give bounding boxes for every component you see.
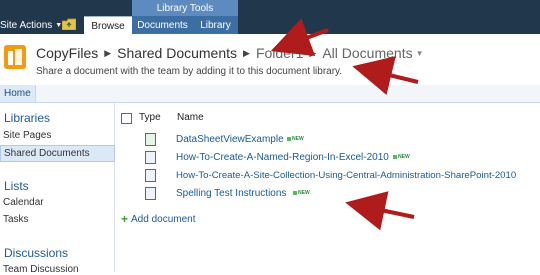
- heading-libraries[interactable]: Libraries: [4, 111, 50, 125]
- plus-icon: +: [121, 212, 129, 226]
- leftnav-item-team-discussion[interactable]: Team Discussion: [3, 264, 79, 275]
- leftnav-item-shared-documents[interactable]: Shared Documents: [0, 145, 115, 162]
- tab-browse[interactable]: Browse: [84, 16, 132, 35]
- breadcrumb-separator-icon: ▶: [104, 47, 112, 58]
- document-link[interactable]: Spelling Test Instructions: [176, 188, 286, 199]
- heading-lists[interactable]: Lists: [4, 179, 29, 193]
- new-icon: [393, 154, 397, 159]
- page-description: Share a document with the team by adding…: [36, 66, 343, 77]
- heading-discussions[interactable]: Discussions: [4, 246, 68, 260]
- tab-library[interactable]: Library: [193, 16, 238, 34]
- site-actions-label: Site Actions: [0, 19, 53, 31]
- leftnav-item-tasks[interactable]: Tasks: [3, 214, 29, 225]
- breadcrumb-separator-icon: ▶: [243, 47, 250, 58]
- breadcrumb-separator-icon: ▶: [309, 47, 317, 58]
- add-document-label: Add document: [131, 213, 196, 225]
- word-file-icon[interactable]: [145, 187, 156, 200]
- new-badge-label: NEW: [398, 154, 410, 160]
- navigate-up-icon[interactable]: [62, 18, 76, 30]
- breadcrumb-site[interactable]: CopyFiles: [36, 45, 98, 61]
- breadcrumb-library[interactable]: Shared Documents: [117, 45, 237, 61]
- document-link[interactable]: DataSheetViewExample: [176, 134, 284, 145]
- document-link[interactable]: How-To-Create-A-Named-Region-In-Excel-20…: [176, 152, 389, 163]
- new-badge: NEW: [287, 136, 304, 142]
- word-file-icon[interactable]: [145, 169, 156, 182]
- top-nav-home[interactable]: Home: [0, 85, 36, 102]
- word-file-icon[interactable]: [145, 151, 156, 164]
- chevron-down-icon[interactable]: ▼: [416, 49, 424, 58]
- site-actions-menu[interactable]: Site Actions ▼: [0, 16, 62, 34]
- column-header-type[interactable]: Type: [139, 112, 161, 126]
- tab-documents[interactable]: Documents: [132, 16, 193, 34]
- breadcrumb-folder[interactable]: Folder1: [256, 45, 303, 61]
- library-tools-label: Library Tools: [132, 0, 238, 16]
- new-icon: [287, 136, 291, 141]
- excel-file-icon[interactable]: [145, 133, 156, 146]
- new-badge-label: NEW: [292, 136, 304, 142]
- add-document-link[interactable]: + Add document: [121, 212, 196, 226]
- new-icon: [293, 190, 297, 195]
- ribbon: [0, 0, 540, 34]
- view-selector[interactable]: All Documents: [322, 45, 412, 61]
- select-all-checkbox[interactable]: [121, 113, 132, 124]
- new-badge: NEW: [393, 154, 410, 160]
- leftnav-item-site-pages[interactable]: Site Pages: [3, 130, 51, 141]
- site-logo-icon[interactable]: [4, 45, 26, 69]
- column-header-name[interactable]: Name: [177, 112, 204, 126]
- breadcrumb: CopyFiles ▶ Shared Documents ▶ Folder1 ▶…: [36, 44, 424, 62]
- leftnav-item-calendar[interactable]: Calendar: [3, 197, 44, 208]
- top-nav-bar: Home: [0, 85, 540, 103]
- document-link[interactable]: How-To-Create-A-Site-Collection-Using-Ce…: [176, 170, 516, 181]
- new-badge-label: NEW: [298, 190, 310, 196]
- new-badge: NEW: [293, 190, 310, 196]
